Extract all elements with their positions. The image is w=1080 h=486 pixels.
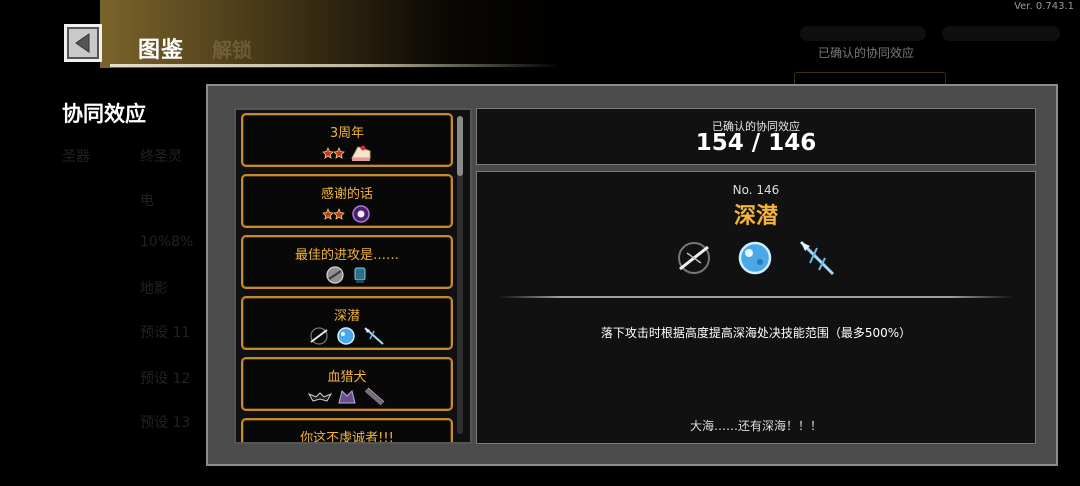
confirmed-synergy-caption: 已确认的协同效应	[818, 46, 915, 60]
dark-claw-icon	[364, 387, 385, 406]
background-item: 地影	[140, 281, 168, 297]
blue-spear-icon	[799, 240, 835, 276]
list-item-best-offense[interactable]: 最佳的进攻是……	[241, 235, 453, 289]
background-item: 预设 13	[140, 415, 191, 431]
confirmed-count-box: 已确认的协同效应 154 / 146	[476, 108, 1036, 165]
back-button[interactable]	[64, 24, 102, 62]
list-item-deep-dive[interactable]: 深潜	[241, 296, 453, 350]
background-item: 终圣灵	[140, 149, 182, 165]
list-item-3rd-anniversary[interactable]: 3周年	[241, 113, 453, 167]
list-scrollbar-thumb[interactable]	[457, 116, 463, 176]
ice-fist-icon	[738, 241, 772, 275]
list-item-label: 3周年	[329, 126, 365, 141]
list-item-label: 最佳的进攻是……	[294, 248, 399, 263]
background-item: 预设 11	[140, 325, 191, 341]
ice-fist-icon	[337, 327, 355, 345]
list-item-label: 感谢的话	[320, 187, 373, 202]
list-item-label: 深潜	[333, 309, 360, 324]
mini-stars-icon	[322, 207, 345, 220]
confirmed-count-value: 154 / 146	[695, 130, 817, 156]
background-item: 预设 12	[140, 371, 191, 387]
bat-icon	[308, 392, 332, 402]
synergy-flavor-text: 大海……还有深海！！！	[689, 419, 822, 433]
currency-bar-1	[800, 26, 926, 41]
cake-slice-icon	[351, 145, 371, 161]
list-item-infidel[interactable]: 你这不虔诚者!!!	[241, 418, 453, 444]
page-title: 图鉴	[138, 38, 185, 63]
detail-divider	[499, 296, 1013, 298]
blue-gauntlet-icon	[354, 267, 366, 283]
silver-dagger-icon	[310, 327, 328, 345]
grey-shield-icon	[326, 266, 344, 284]
section-title: 协同效应	[62, 102, 146, 126]
tab-unlock[interactable]: 解锁	[212, 34, 252, 63]
synergy-dialog: 3周年 感谢的话 最佳的进攻是…… 深潜 血猎犬 你这不虔诚者!!! 已确认的协…	[206, 84, 1058, 466]
purple-beast-icon	[338, 390, 356, 404]
synergy-number: No. 146	[732, 183, 780, 197]
silver-dagger-icon	[678, 242, 710, 274]
synergy-name: 深潜	[733, 204, 778, 229]
list-item-thanks[interactable]: 感谢的话	[241, 174, 453, 228]
currency-bar-2	[942, 26, 1060, 41]
list-item-bloodhound[interactable]: 血猎犬	[241, 357, 453, 411]
background-item: 电	[140, 193, 154, 209]
blue-spear-icon	[364, 327, 384, 345]
synergy-list[interactable]: 3周年 感谢的话 最佳的进攻是…… 深潜 血猎犬 你这不虔诚者!!!	[234, 108, 472, 444]
back-arrow-icon	[75, 33, 90, 53]
background-item: 10%8%	[140, 234, 194, 250]
list-item-label: 血猎犬	[327, 370, 367, 385]
purple-orb-icon	[352, 205, 370, 223]
mini-stars-icon	[322, 146, 345, 159]
synergy-description: 落下攻击时根据高度提高深海处决技能范围（最多500%）	[600, 326, 912, 340]
background-category: 圣器	[62, 149, 90, 165]
header-underline	[110, 64, 560, 67]
list-item-label: 你这不虔诚者!!!	[300, 431, 394, 444]
version-label: Ver. 0.743.1	[1014, 1, 1074, 12]
synergy-detail: No. 146 深潜 落下攻击时根据高度提高深海处决技能范围（最多500%） 大…	[476, 171, 1036, 444]
